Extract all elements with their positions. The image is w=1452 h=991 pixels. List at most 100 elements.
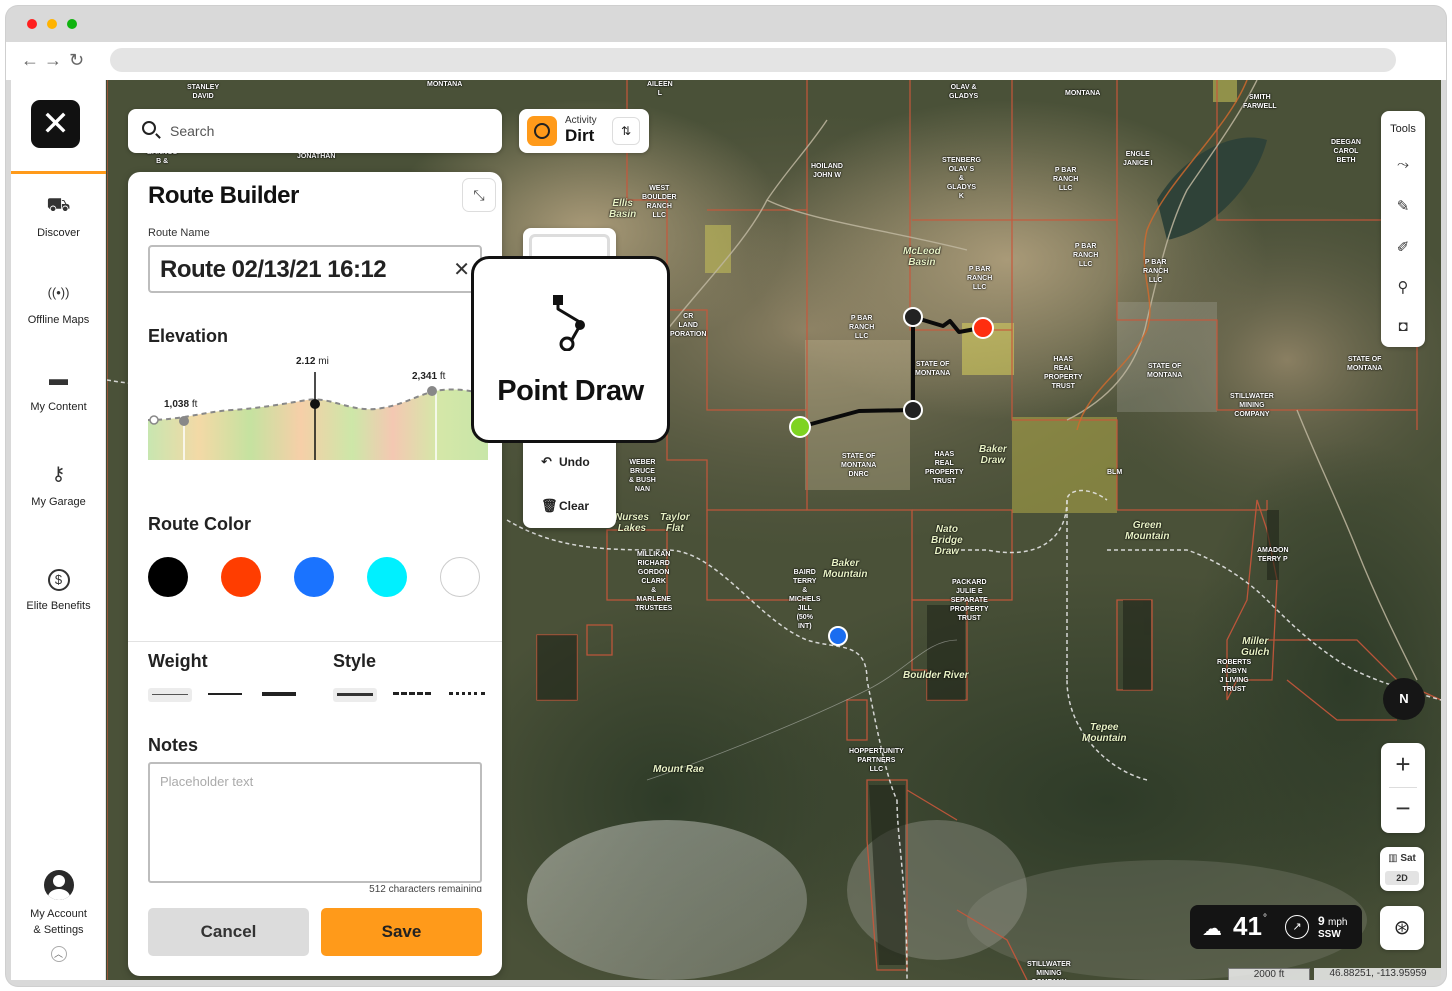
waypoint-pin-icon[interactable]: ⚲ [1381, 278, 1425, 296]
temperature-degree: ° [1263, 913, 1267, 924]
offline-maps-icon: ((•)) [47, 285, 70, 300]
parcel-owner-label: P BAR RANCH LLC [849, 315, 875, 340]
weight-thick-option[interactable] [262, 692, 296, 696]
parcel-owner-label: STATE OF MONTANA [915, 361, 951, 377]
clear-label: Clear [559, 499, 590, 513]
sidebar-item-label: Discover [37, 227, 80, 239]
filter-sliders-icon[interactable]: ⇅ [612, 117, 640, 145]
zoom-divider [1389, 787, 1417, 788]
sidebar-item-elite-benefits[interactable]: $ Elite Benefits [11, 568, 106, 612]
parcel-owner-label: STENBERG OLAV S & GLADYS K [942, 157, 981, 200]
sidebar-item-my-content[interactable]: ▬ My Content [11, 369, 106, 413]
activity-value: Dirt [565, 126, 595, 145]
parcel-owner-label: WEST BOULDER RANCH LLC [642, 185, 677, 219]
address-bar[interactable] [110, 48, 1396, 72]
search-input[interactable]: Search [128, 109, 502, 153]
sidebar-item-label: Offline Maps [27, 314, 90, 326]
compass-button[interactable]: N [1383, 678, 1425, 720]
layer-type: ▥ Sat [1380, 853, 1424, 864]
forward-arrow-icon[interactable]: → [44, 50, 62, 70]
map-coordinates: 46.88251, -113.95959 [1314, 968, 1441, 980]
collapse-icon: ⤡ [473, 187, 485, 203]
style-solid-option[interactable] [333, 688, 377, 702]
window-close-dot[interactable] [27, 19, 37, 29]
route-color-swatch[interactable] [148, 557, 188, 597]
window-minimize-dot[interactable] [47, 19, 57, 29]
clear-icon[interactable]: ✕ [453, 257, 470, 282]
route-color-swatch[interactable] [367, 557, 407, 597]
wind-direction: SSW [1318, 929, 1341, 940]
place-name-label: Nurses Lakes [615, 512, 649, 534]
parcel-owner-label: OLAV & GLADYS [949, 84, 979, 100]
parcel-owner-label: P BAR RANCH LLC [1053, 167, 1079, 192]
route-name-input[interactable]: Route 02/13/21 16:12 ✕ [148, 245, 482, 293]
route-waypoint [903, 307, 923, 327]
weight-thin-option[interactable] [148, 688, 192, 702]
parcel-owner-label: STATE OF MONTANA DNRC [841, 453, 877, 478]
parcel-owner-label: STATE OF MONTANA [1147, 363, 1183, 379]
characters-remaining: 512 characters remaining [369, 884, 482, 892]
elevation-profile-chart[interactable]: 1,038 ft 2.12 mi 2,341 ft [142, 352, 492, 467]
sidebar-item-label: My Garage [31, 496, 86, 508]
account-settings[interactable]: My Account & Settings ︿ [11, 870, 106, 962]
reload-icon[interactable]: ↻ [69, 50, 84, 70]
map-layer-button[interactable]: ▥ Sat 2D [1380, 847, 1424, 891]
sidebar-item-my-garage[interactable]: ⚷ My Garage [11, 464, 106, 508]
point-draw-mode-button[interactable]: Point Draw [471, 256, 670, 443]
panel-title: Route Builder [148, 182, 299, 209]
locate-me-button[interactable]: ⊛ [1380, 906, 1424, 950]
route-color-swatch[interactable] [294, 557, 334, 597]
route-color-swatch[interactable] [221, 557, 261, 597]
crosshair-icon: ⊛ [1393, 917, 1411, 939]
weight-heading: Weight [148, 651, 208, 671]
parcel-owner-label: MONTANA [1065, 90, 1101, 97]
window-maximize-dot[interactable] [67, 19, 77, 29]
notes-textarea[interactable]: Placeholder text [148, 762, 482, 883]
place-name-label: Taylor Flat [660, 512, 690, 534]
route-waypoint [903, 400, 923, 420]
back-arrow-icon[interactable]: ← [21, 50, 39, 70]
sidebar-item-label: Elite Benefits [26, 600, 91, 612]
parcel-owner-label: ENGLE JANICE I [1123, 151, 1153, 167]
parcel-owner-label: WEBER BRUCE & BUSH NAN [629, 459, 656, 493]
notes-heading: Notes [148, 735, 199, 755]
weight-medium-option[interactable] [208, 693, 242, 695]
sidebar-item-offline-maps[interactable]: ((•)) Offline Maps [11, 282, 106, 326]
area-draw-icon[interactable]: ✐ [1381, 238, 1425, 256]
parcel-owner-label: MILLIKAN RICHARD GORDON CLARK & MARLENE … [635, 551, 673, 612]
activity-selector[interactable]: Activity Dirt ⇅ [519, 109, 649, 153]
panel-divider [128, 641, 502, 642]
temperature: 41 [1233, 911, 1262, 941]
pencil-icon[interactable]: ✎ [1381, 197, 1425, 215]
place-name-label: Nato Bridge Draw [931, 524, 963, 557]
parcel-owner-label: HOILAND JOHN W [811, 163, 843, 179]
parcel-owner-label: HOPPERTUNITY PARTNERS LLC [849, 748, 904, 773]
style-dotted-option[interactable] [449, 692, 485, 695]
parcel-owner-label: STATE OF MONTANA [1347, 356, 1383, 372]
close-app-button[interactable]: ✕ [31, 100, 80, 148]
cancel-button[interactable]: Cancel [148, 908, 309, 956]
parcel-owner-label: STANLEY DAVID [187, 84, 220, 100]
account-label: My Account [30, 908, 87, 920]
zoom-in-button[interactable]: + [1381, 749, 1425, 780]
sidebar-item-discover[interactable]: ⛟ Discover [11, 195, 106, 239]
layer-mode-badge: 2D [1385, 871, 1419, 885]
collapse-panel-button[interactable]: ⤡ [462, 178, 496, 212]
clear-button[interactable]: 🗑Clear [541, 498, 589, 514]
app-viewport: STANLEY DAVID MONTANA AILEEN L OLAV & GLADY… [11, 80, 1441, 980]
wind-speed-unit: mph [1328, 917, 1348, 928]
cloud-rain-icon: ☁ [1202, 918, 1222, 940]
parcel-owner-label: P BAR RANCH LLC [1143, 259, 1169, 284]
camera-icon[interactable]: ◘ [1381, 318, 1425, 335]
parcel-owner-label: HAAS REAL PROPERTY TRUST [1044, 356, 1083, 390]
weather-widget[interactable]: ☁ 41 ° ↗ 9 mph SSW [1190, 905, 1362, 949]
account-label-secondary: & Settings [33, 924, 84, 936]
route-tool-icon[interactable]: ⤳ [1381, 156, 1425, 173]
style-dashed-option[interactable] [393, 692, 431, 695]
zoom-out-button[interactable]: − [1381, 793, 1425, 824]
route-color-swatch[interactable] [440, 557, 480, 597]
trash-icon: 🗑 [541, 498, 558, 513]
chevron-up-icon[interactable]: ︿ [50, 946, 67, 962]
save-button[interactable]: Save [321, 908, 482, 956]
undo-button[interactable]: ↶ Undo [541, 454, 590, 470]
